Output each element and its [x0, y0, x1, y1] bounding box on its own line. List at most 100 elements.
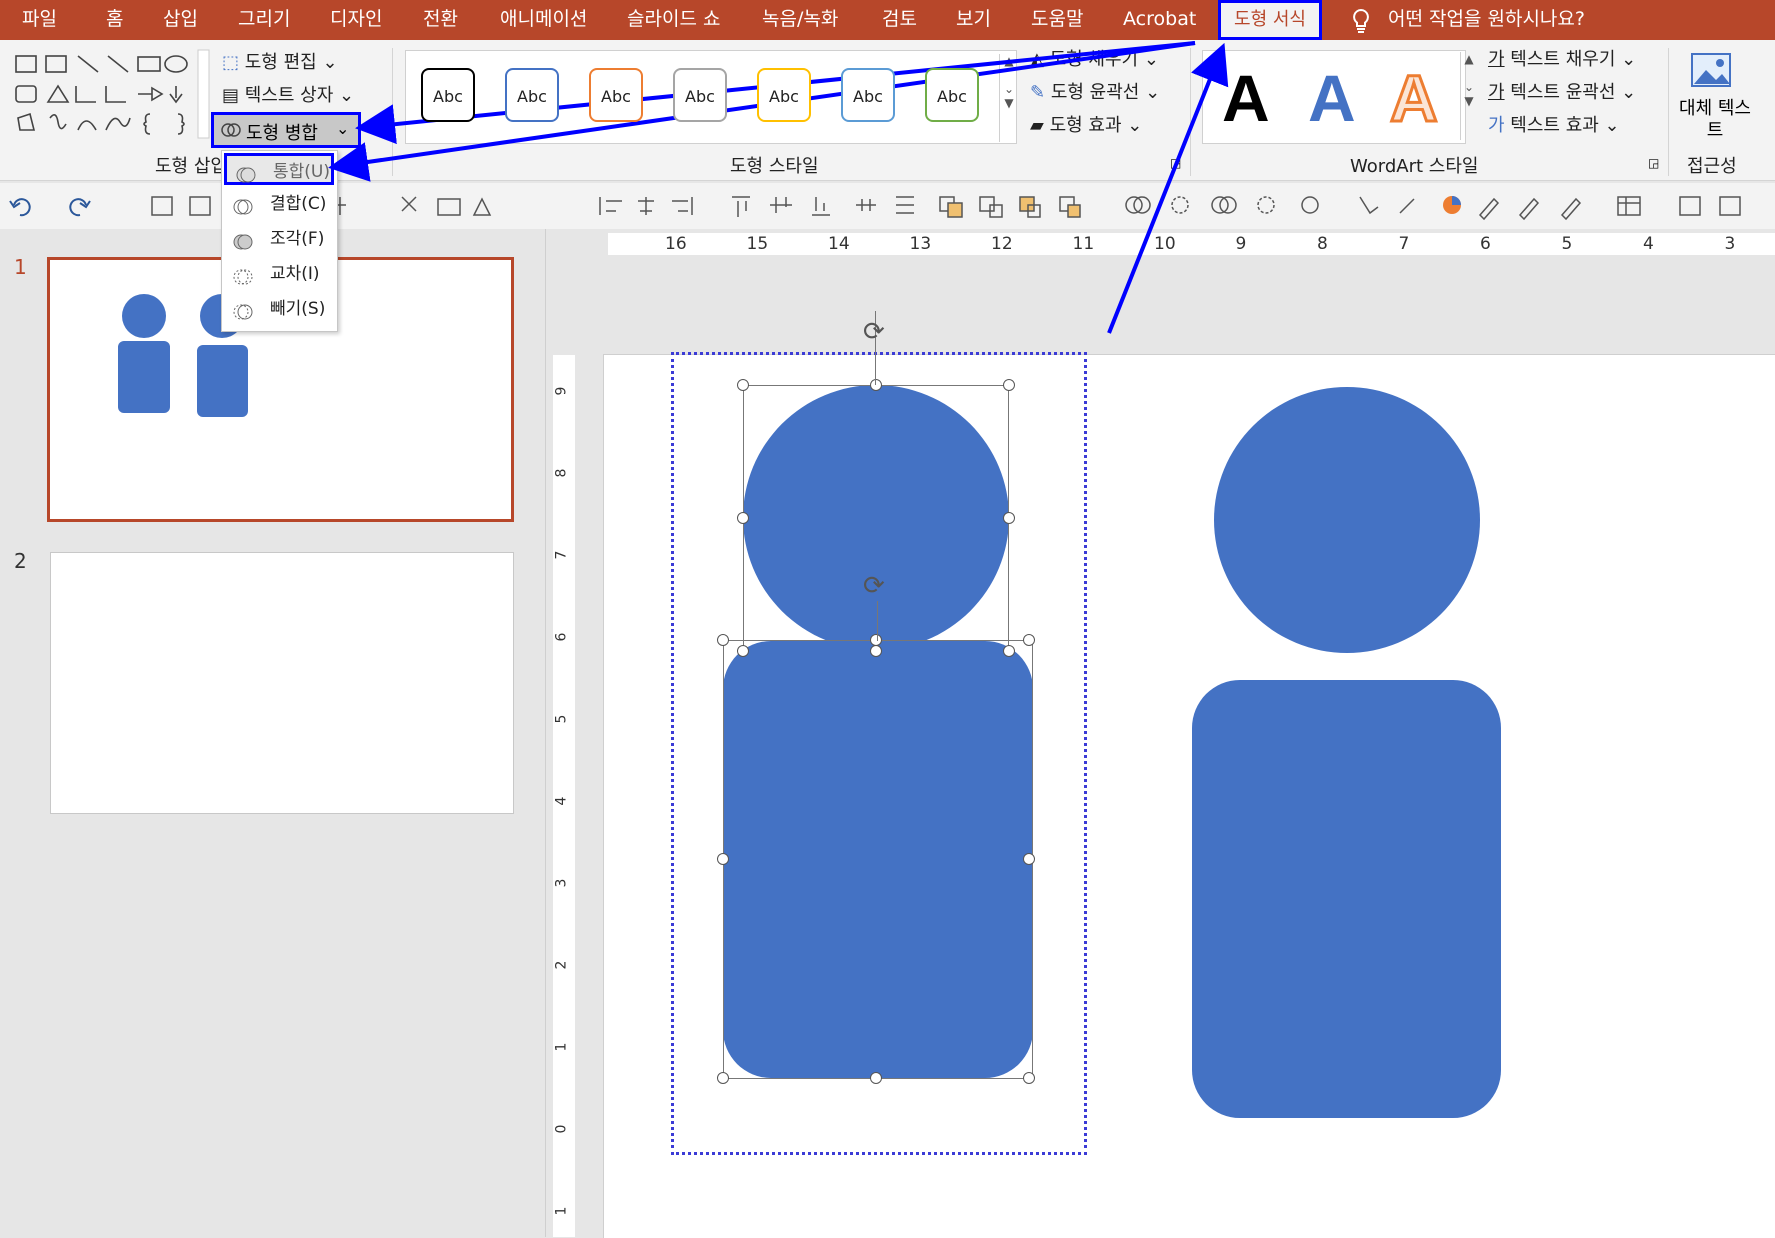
- wordart-orange[interactable]: A: [1389, 60, 1440, 137]
- ruler-tick-label: 6: [1480, 234, 1491, 254]
- ruler-tick-label: 8: [553, 468, 570, 478]
- tell-me-search[interactable]: 어떤 작업을 원하시나요?: [1388, 0, 1585, 40]
- merge-shapes-button[interactable]: 도형 병합 ⌄: [211, 112, 361, 148]
- slide-thumbnail-2[interactable]: [50, 552, 514, 814]
- fragment-icon: [232, 230, 253, 250]
- resize-handle[interactable]: [1023, 1072, 1035, 1084]
- slide-number: 2: [14, 549, 27, 573]
- paint-bucket-icon: ◭: [1030, 49, 1044, 70]
- menu-item-intersect[interactable]: 교차(I): [224, 258, 334, 290]
- shape-style-preset[interactable]: Abc: [757, 68, 811, 122]
- resize-handle[interactable]: [870, 379, 882, 391]
- menu-item-subtract[interactable]: 빼기(S): [224, 293, 334, 325]
- menu-home[interactable]: 홈: [106, 0, 123, 40]
- resize-handle[interactable]: [870, 1072, 882, 1084]
- pen-icon: ✎: [1030, 82, 1046, 103]
- text-outline-button[interactable]: 가 텍스트 윤곽선 ⌄: [1488, 78, 1636, 104]
- menu-transitions[interactable]: 전환: [423, 0, 458, 40]
- ruler-tick-label: 16: [665, 234, 687, 254]
- vertical-ruler: 9 8 7 6 5 4 3 2 1 0 1: [553, 355, 575, 1237]
- text-effects-icon: 가: [1488, 115, 1505, 136]
- text-outline-icon: 가: [1488, 82, 1505, 103]
- resize-handle[interactable]: [717, 853, 729, 865]
- resize-handle[interactable]: [870, 645, 882, 657]
- ruler-tick-label: 3: [553, 878, 570, 888]
- menu-design[interactable]: 디자인: [330, 0, 382, 40]
- shape-style-preset[interactable]: Abc: [841, 68, 895, 122]
- menu-item-combine[interactable]: 결합(C): [224, 188, 334, 220]
- resize-handle[interactable]: [870, 634, 882, 646]
- chevron-down-icon: ⌄: [336, 119, 350, 138]
- edit-shape-button[interactable]: ⬚ 도형 편집 ⌄: [222, 48, 338, 74]
- menu-draw[interactable]: 그리기: [238, 0, 290, 40]
- resize-handle[interactable]: [1003, 645, 1015, 657]
- wordart-scroll[interactable]: ▲ ⌄ ▼: [1460, 52, 1477, 140]
- slide-thumbnail-pane: 1 2: [0, 229, 545, 1237]
- dialog-launcher-icon[interactable]: ◲: [1648, 156, 1659, 170]
- ruler-tick-label: 4: [553, 796, 570, 806]
- resize-handle[interactable]: [1003, 512, 1015, 524]
- resize-handle[interactable]: [717, 634, 729, 646]
- shape-gallery[interactable]: [10, 48, 210, 140]
- shape-outline-button[interactable]: ✎ 도형 윤곽선 ⌄: [1030, 78, 1160, 104]
- wordart-blue[interactable]: A: [1308, 60, 1356, 136]
- shape-style-preset[interactable]: Abc: [421, 68, 475, 122]
- resize-handle[interactable]: [737, 645, 749, 657]
- effects-icon: ▰: [1030, 115, 1044, 136]
- text-fill-button[interactable]: 가 텍스트 채우기 ⌄: [1488, 45, 1636, 71]
- group-label-shape-styles: 도형 스타일: [730, 156, 819, 177]
- resize-handle[interactable]: [1023, 634, 1035, 646]
- text-effects-button[interactable]: 가 텍스트 효과 ⌄: [1488, 111, 1620, 137]
- menu-view[interactable]: 보기: [956, 0, 991, 40]
- subtract-icon: [232, 300, 253, 320]
- resize-handle[interactable]: [1003, 379, 1015, 391]
- union-icon: [235, 163, 256, 183]
- shape-fill-button[interactable]: ◭ 도형 채우기 ⌄: [1030, 45, 1159, 71]
- text-box-button[interactable]: ▤ 텍스트 상자 ⌄: [222, 81, 354, 107]
- shape-style-preset[interactable]: Abc: [505, 68, 559, 122]
- ruler-tick-label: 8: [1317, 234, 1328, 254]
- menu-acrobat[interactable]: Acrobat: [1123, 0, 1196, 40]
- menu-animations[interactable]: 애니메이션: [500, 0, 587, 40]
- shape-style-preset[interactable]: Abc: [925, 68, 979, 122]
- shape-effects-button[interactable]: ▰ 도형 효과 ⌄: [1030, 111, 1142, 137]
- menu-file[interactable]: 파일: [22, 0, 57, 40]
- text-box-icon: ▤: [222, 85, 240, 106]
- menu-review[interactable]: 검토: [882, 0, 917, 40]
- rotate-handle-icon[interactable]: ⟳: [863, 571, 885, 601]
- resize-handle[interactable]: [737, 379, 749, 391]
- menu-help[interactable]: 도움말: [1031, 0, 1083, 40]
- menu-item-union[interactable]: 통합(U): [224, 153, 334, 185]
- ruler-tick-label: 1: [553, 1042, 570, 1052]
- alt-text-button[interactable]: 대체 텍스트: [1678, 50, 1752, 146]
- ribbon-divider: [1190, 48, 1191, 176]
- ruler-tick-label: 5: [1561, 234, 1573, 254]
- shape-style-preset[interactable]: Abc: [589, 68, 643, 122]
- selection-box-circle: [743, 385, 1009, 650]
- combine-icon: [232, 195, 253, 215]
- ribbon-divider: [392, 48, 393, 176]
- resize-handle[interactable]: [717, 1072, 729, 1084]
- menu-insert[interactable]: 삽입: [163, 0, 198, 40]
- circle-shape[interactable]: [1214, 387, 1480, 653]
- menu-item-fragment[interactable]: 조각(F): [224, 223, 334, 255]
- rounded-rect-shape[interactable]: [1192, 680, 1501, 1118]
- wordart-black[interactable]: A: [1222, 60, 1270, 136]
- ruler-tick-label: 7: [553, 550, 570, 560]
- menu-record[interactable]: 녹음/녹화: [762, 0, 838, 40]
- menu-bar: 파일 홈 삽입 그리기 디자인 전환 애니메이션 슬라이드 쇼 녹음/녹화 검토…: [0, 0, 1775, 40]
- rotate-group-icon[interactable]: ⟳: [863, 317, 885, 347]
- resize-handle[interactable]: [737, 512, 749, 524]
- ruler-tick-label: 9: [553, 386, 570, 396]
- ruler-tick-label: 14: [828, 234, 850, 254]
- shape-style-preset[interactable]: Abc: [673, 68, 727, 122]
- tab-shape-format[interactable]: 도형 서식: [1218, 0, 1322, 40]
- group-label-accessibility: 접근성: [1687, 156, 1737, 177]
- gallery-scroll[interactable]: ▲ ⌄ ▼: [999, 54, 1018, 142]
- text-fill-icon: 가: [1488, 49, 1505, 70]
- ribbon-divider: [1668, 48, 1669, 176]
- menu-slideshow[interactable]: 슬라이드 쇼: [627, 0, 720, 40]
- dialog-launcher-icon[interactable]: ◲: [1170, 156, 1181, 170]
- resize-handle[interactable]: [1023, 853, 1035, 865]
- selection-box-rect: [723, 640, 1033, 1079]
